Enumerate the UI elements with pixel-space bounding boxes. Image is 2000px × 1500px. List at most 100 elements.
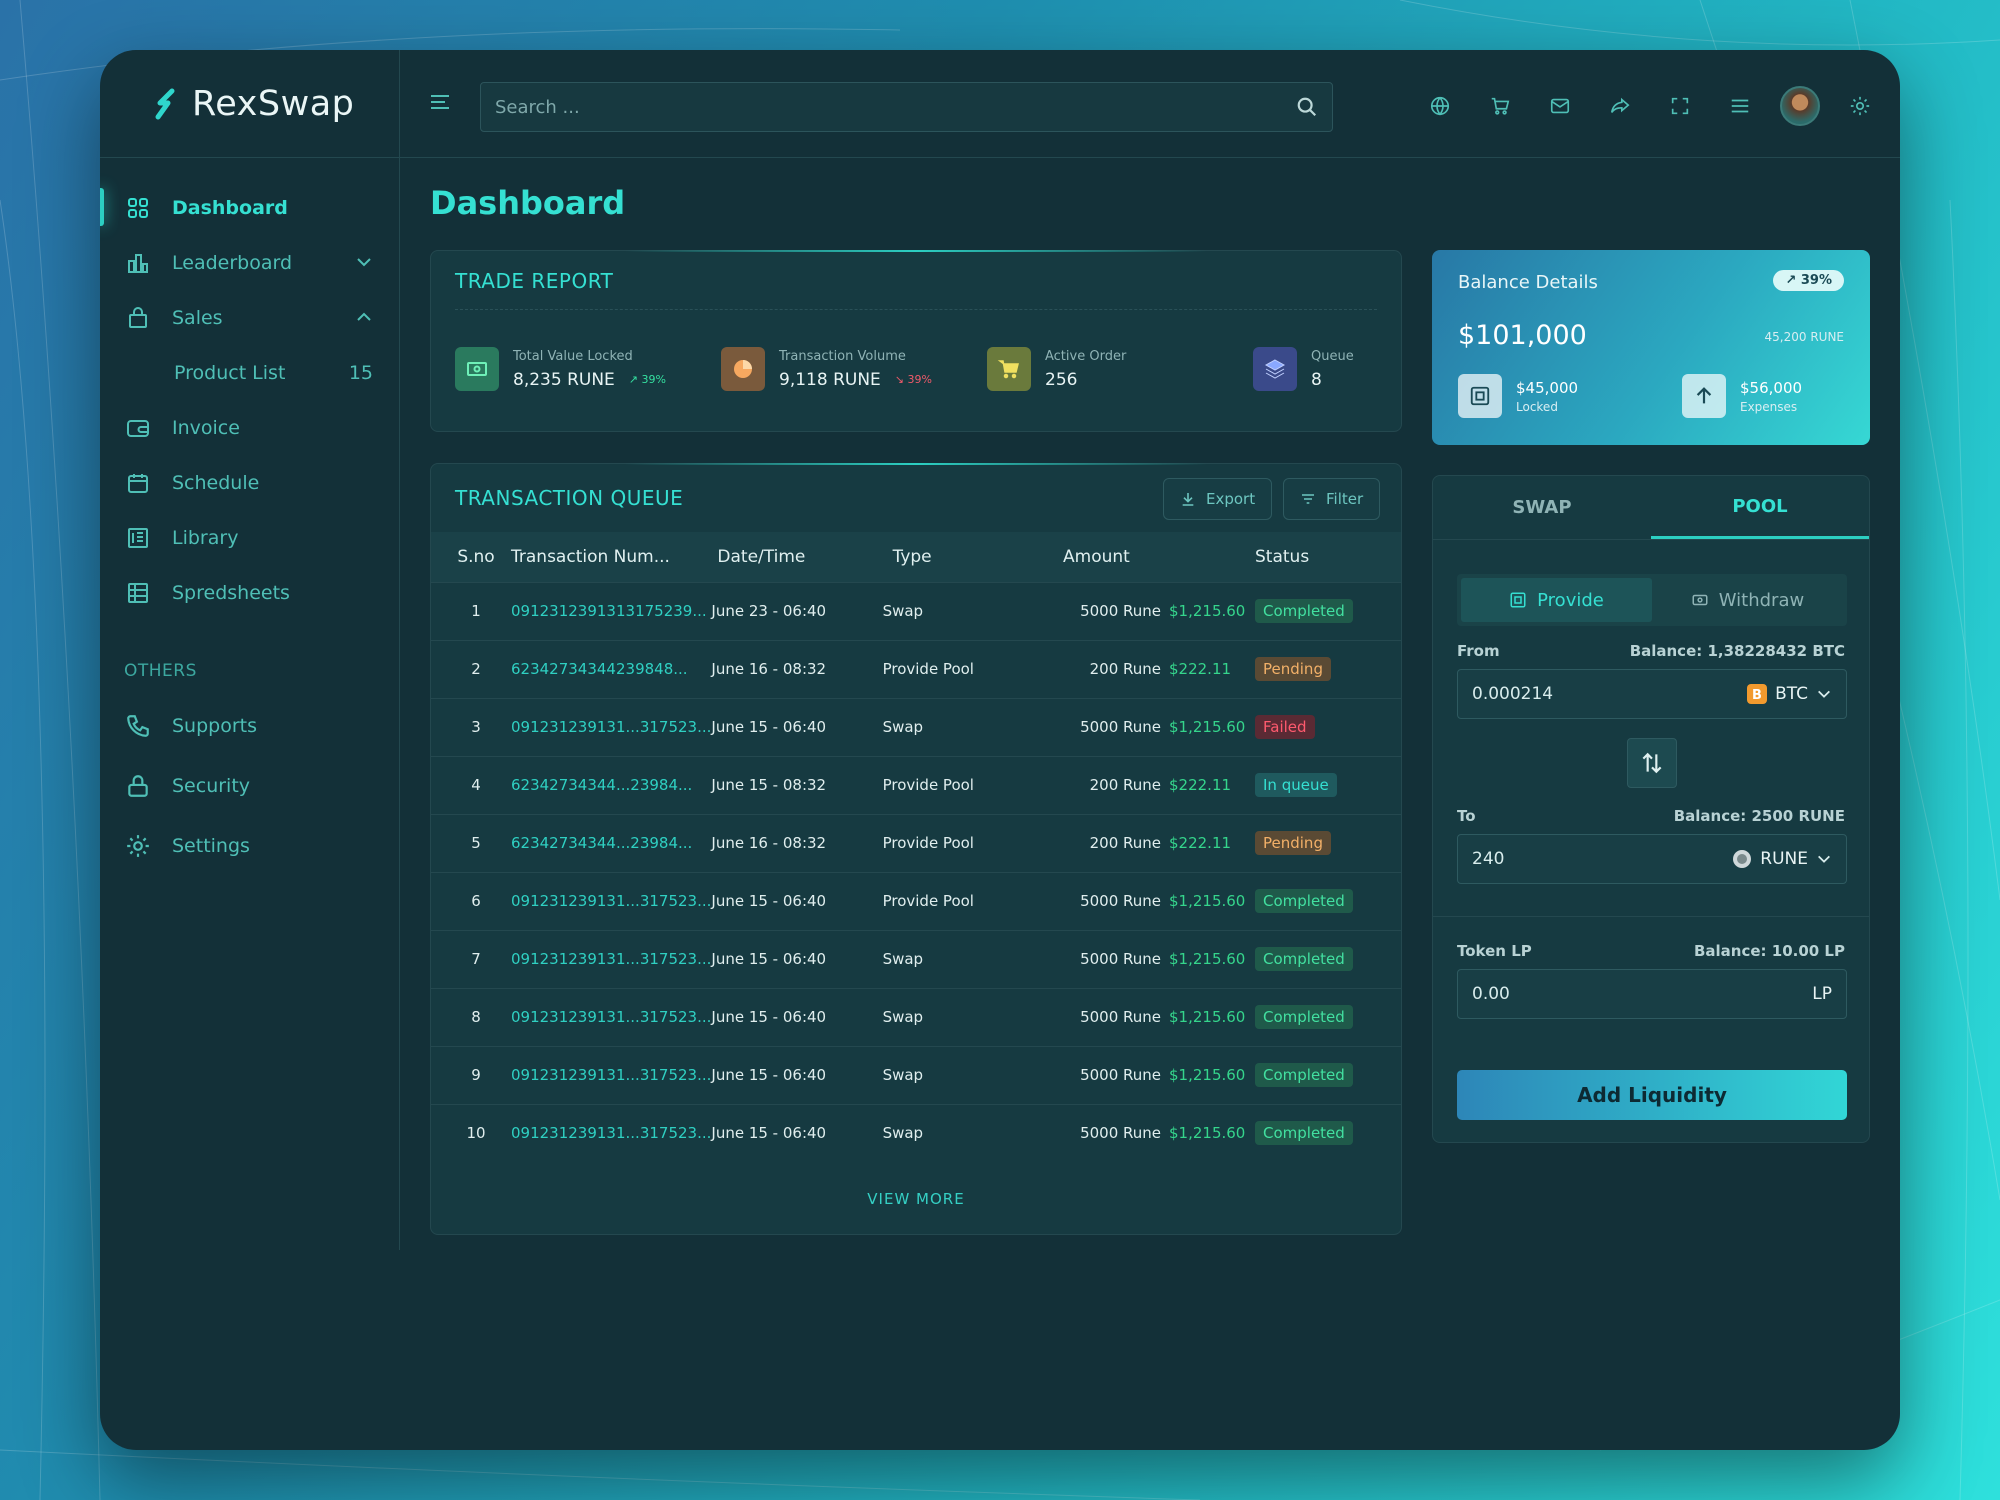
avatar [1780,86,1820,126]
withdraw-button[interactable]: Withdraw [1652,578,1843,622]
cell-transaction[interactable]: 62342734344...23984... [511,814,711,872]
table-row[interactable]: 4 62342734344...23984... June 15 - 08:32… [431,756,1401,814]
from-field: B BTC [1457,669,1847,719]
cell-transaction[interactable]: 091231239131...317523... [511,930,711,988]
table-row[interactable]: 8 091231239131...317523... June 15 - 06:… [431,988,1401,1046]
from-token-select[interactable]: B BTC [1747,684,1832,704]
swap-direction-button[interactable] [1627,738,1677,788]
sidebar-item-sales[interactable]: Sales [100,290,399,345]
search-icon[interactable] [1296,96,1318,118]
export-button[interactable]: Export [1163,478,1273,520]
search-input[interactable] [495,96,1296,118]
sidebar-item-library[interactable]: Library [100,510,399,565]
cell-amount: 5000 Rune [1080,892,1161,910]
trade-report-title: TRADE REPORT [455,269,614,293]
share-icon[interactable] [1590,80,1650,132]
cell-date: June 15 - 06:40 [711,718,827,736]
user-avatar[interactable] [1770,80,1830,132]
cell-transaction[interactable]: 091231239131...317523... [511,988,711,1046]
table-row[interactable]: 1 0912312391313175239... June 23 - 06:40… [431,582,1401,640]
download-icon [1182,493,1194,506]
sidebar-item-invoice[interactable]: Invoice [100,400,399,455]
book-icon [124,524,152,552]
mail-icon[interactable] [1530,80,1590,132]
status-badge: Pending [1255,831,1331,855]
bar-chart-icon [124,249,152,277]
stat-active-order: Active Order 256 [987,347,1253,391]
stat-transaction-volume: Transaction Volume 9,118 RUNE ↘ 39% [721,347,987,391]
sidebar-item-dashboard[interactable]: Dashboard [100,180,399,235]
table-row[interactable]: 9 091231239131...317523... June 15 - 06:… [431,1046,1401,1104]
cell-transaction[interactable]: 091231239131...317523... [511,1046,711,1104]
stat-value: 256 [1045,369,1078,390]
chevron-down-icon [1818,690,1830,698]
vault-icon [1458,374,1502,418]
cell-amount: 5000 Rune [1080,1124,1161,1143]
chevron-up-icon[interactable] [355,308,373,326]
column-header: Amount [1063,546,1130,567]
sidebar-item-spredsheets[interactable]: Spredsheets [100,565,399,620]
from-amount-input[interactable] [1472,684,1748,704]
from-label: From [1457,642,1500,660]
table-icon [124,579,152,607]
table-row[interactable]: 5 62342734344...23984... June 16 - 08:32… [431,814,1401,872]
status-badge: In queue [1255,773,1337,797]
cell-transaction[interactable]: 091231239131...317523... [511,698,711,756]
to-token-select[interactable]: RUNE [1732,849,1832,869]
cell-transaction[interactable]: 62342734344239848... [511,640,711,698]
add-liquidity-button[interactable]: Add Liquidity [1457,1070,1847,1120]
cell-transaction[interactable]: 62342734344...23984... [511,756,711,814]
sidebar-item-label: Dashboard [172,196,288,219]
table-row[interactable]: 2 62342734344239848... June 16 - 08:32 P… [431,640,1401,698]
provide-button[interactable]: Provide [1461,578,1652,622]
cell-transaction[interactable]: 0912312391313175239... [511,582,711,640]
locked-value: $45,000 [1516,378,1579,397]
sidebar-item-product-list[interactable]: Product List 15 [100,345,399,400]
cell-transaction[interactable]: 091231239131...317523... [511,1104,711,1162]
cell-date: June 16 - 08:32 [711,660,827,678]
view-more-link[interactable]: VIEW MORE [431,1190,1401,1208]
sidebar-item-settings[interactable]: Settings [100,816,399,876]
export-label: Export [1206,490,1256,508]
table-row[interactable]: 6 091231239131...317523... June 15 - 06:… [431,872,1401,930]
tab-pool[interactable]: POOL [1651,476,1869,539]
sidebar-item-label: Settings [172,835,250,857]
cell-usd: $1,215.60 [1169,892,1246,910]
cell-type: Provide Pool [882,892,974,910]
cell-transaction[interactable]: 091231239131...317523... [511,872,711,930]
sidebar-item-supports[interactable]: Supports [100,696,399,756]
filter-icon [1302,494,1314,504]
globe-icon[interactable] [1410,80,1470,132]
sidebar-item-label: Invoice [172,416,240,439]
swap-pool-tabs: SWAP POOL [1433,476,1869,540]
status-badge: Completed [1255,947,1353,971]
cell-date: June 15 - 06:40 [711,950,827,968]
brand[interactable]: RexSwap [100,50,399,158]
settings-icon[interactable] [1830,80,1890,132]
filter-button[interactable]: Filter [1283,478,1381,520]
divider [455,309,1377,310]
fullscreen-icon[interactable] [1650,80,1710,132]
cart-icon[interactable] [1470,80,1530,132]
menu-icon[interactable] [428,90,452,114]
tab-swap[interactable]: SWAP [1433,476,1651,539]
provide-withdraw-toggle: Provide Withdraw [1457,574,1847,626]
lp-balance: Balance: 10.00 LP [1693,942,1845,960]
stat-label: Total Value Locked [513,348,633,364]
lp-label: Token LP [1457,942,1532,960]
page-title: Dashboard [430,184,626,222]
list-menu-icon[interactable] [1710,80,1770,132]
table-row[interactable]: 7 091231239131...317523... June 15 - 06:… [431,930,1401,988]
chevron-down-icon[interactable] [355,253,373,271]
to-amount-input[interactable] [1472,849,1733,869]
balance-locked: $45,000 Locked [1458,374,1578,418]
app-window: RexSwap Dashboard Leaderboard Sales Prod… [100,50,1900,1450]
lp-amount-input[interactable] [1472,984,1813,1004]
sidebar-item-security[interactable]: Security [100,756,399,816]
table-row[interactable]: 3 091231239131...317523... June 15 - 06:… [431,698,1401,756]
to-field: RUNE [1457,834,1847,884]
table-row[interactable]: 10 091231239131...317523... June 15 - 06… [431,1104,1401,1162]
grid-icon [124,194,152,222]
sidebar-item-schedule[interactable]: Schedule [100,455,399,510]
sidebar-item-leaderboard[interactable]: Leaderboard [100,235,399,290]
